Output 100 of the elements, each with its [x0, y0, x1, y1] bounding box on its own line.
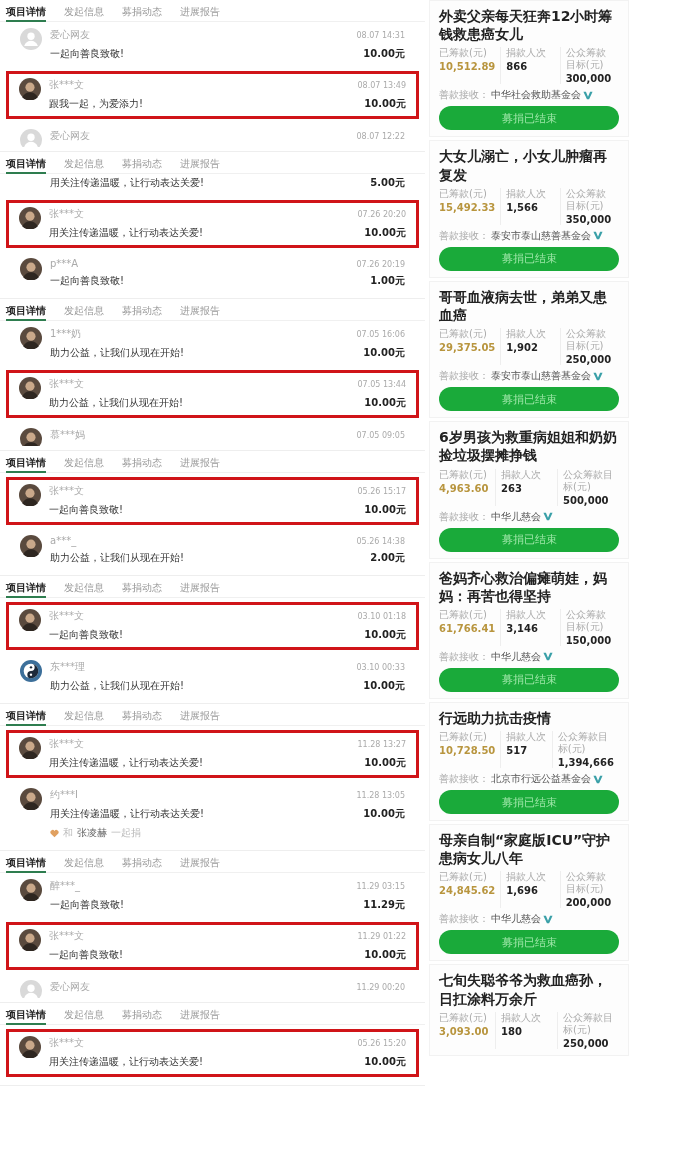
stat-value: 500,000 [563, 494, 610, 506]
tab[interactable]: 进展报告 [180, 856, 220, 873]
stat-label: 已筹款(元) [439, 47, 488, 60]
tab[interactable]: 募捐动态 [122, 709, 162, 726]
tab[interactable]: 发起信息 [64, 856, 104, 873]
recipient-name: 中华社会救助基金会 [491, 88, 581, 103]
tab[interactable]: 发起信息 [64, 304, 104, 321]
tab[interactable]: 募捐动态 [122, 856, 162, 873]
donation-message: 助力公益，让我们从现在开始! [49, 396, 183, 410]
stat-value: 1,696 [506, 885, 539, 897]
donation-message: 一起向善良致敬! [49, 948, 123, 962]
tab[interactable]: 项目详情 [6, 456, 46, 473]
stat-value: 1,394,666 [557, 757, 614, 769]
recipient-label: 善款接收： [439, 369, 489, 384]
donation-time: 07.05 09:05 [356, 431, 405, 440]
stat-label: 捐款人次 [506, 608, 548, 621]
donation-amount: 10.00元 [364, 97, 406, 111]
stat-value: 3,093.00 [439, 1025, 490, 1037]
avatar-icon [20, 788, 42, 810]
donor-name: 醉***_ [50, 879, 80, 893]
verified-icon [593, 371, 603, 381]
tab[interactable]: 进展报告 [180, 304, 220, 321]
verified-icon [583, 90, 593, 100]
tab[interactable]: 募捐动态 [122, 456, 162, 473]
tab[interactable]: 项目详情 [6, 856, 46, 873]
donation-ended-button[interactable]: 募捐已结束 [439, 667, 619, 692]
donation-message: 跟我一起，为爱添力! [49, 97, 143, 111]
stat-value: 150,000 [565, 634, 613, 646]
stat-value: 200,000 [565, 897, 613, 909]
donation-amount: 5.00元 [370, 176, 405, 190]
donation-ended-button[interactable]: 募捐已结束 [439, 106, 619, 131]
donation-ended-button[interactable]: 募捐已结束 [439, 790, 619, 815]
donation-amount: 10.00元 [364, 503, 406, 517]
avatar-icon [20, 535, 42, 557]
recipient-name: 中华儿慈会 [491, 649, 541, 664]
avatar-icon [19, 484, 41, 506]
heart-icon [50, 828, 59, 838]
donation-message: 一起向善良致敬! [49, 503, 123, 517]
tab[interactable]: 募捐动态 [122, 1008, 162, 1025]
tab[interactable]: 项目详情 [6, 5, 46, 22]
tab[interactable]: 发起信息 [64, 581, 104, 598]
donation-ended-button[interactable]: 募捐已结束 [439, 246, 619, 271]
donation-amount: 2.00元 [370, 551, 405, 565]
avatar-icon [20, 428, 42, 446]
tab[interactable]: 项目详情 [6, 709, 46, 726]
donor-name: 张***文 [49, 1036, 84, 1050]
recipient-label: 善款接收： [439, 509, 489, 524]
tab[interactable]: 项目详情 [6, 304, 46, 321]
stat-label: 捐款人次 [506, 187, 548, 200]
recipient-label: 善款接收： [439, 649, 489, 664]
tab[interactable]: 进展报告 [180, 581, 220, 598]
donation-ended-button[interactable]: 募捐已结束 [439, 387, 619, 412]
donation-time: 05.26 14:38 [356, 537, 405, 546]
tab[interactable]: 发起信息 [64, 1008, 104, 1025]
tab[interactable]: 发起信息 [64, 5, 104, 22]
recipient-name: 中华儿慈会 [491, 509, 541, 524]
tab[interactable]: 项目详情 [6, 1008, 46, 1025]
stat-value: 350,000 [565, 213, 613, 225]
verified-icon [543, 652, 553, 662]
donation-amount: 10.00元 [364, 226, 406, 240]
donation-message: 助力公益，让我们从现在开始! [50, 679, 184, 693]
donor-name: 爱心网友 [50, 980, 90, 994]
stat-label: 公众筹款目标(元) [563, 1011, 614, 1036]
recipient-name: 中华儿慈会 [491, 912, 541, 927]
tab[interactable]: 进展报告 [180, 157, 220, 174]
tab[interactable]: 进展报告 [180, 5, 220, 22]
stat-label: 已筹款(元) [439, 731, 488, 744]
tab[interactable]: 进展报告 [180, 456, 220, 473]
tab[interactable]: 发起信息 [64, 157, 104, 174]
donation-ended-button[interactable]: 募捐已结束 [439, 527, 619, 552]
stat-value: 1,566 [506, 201, 539, 213]
tab[interactable]: 发起信息 [64, 709, 104, 726]
tab[interactable]: 项目详情 [6, 581, 46, 598]
tab[interactable]: 进展报告 [180, 1008, 220, 1025]
donation-time: 05.26 15:17 [357, 487, 406, 496]
tab[interactable]: 发起信息 [64, 456, 104, 473]
tab[interactable]: 募捐动态 [122, 581, 162, 598]
tab[interactable]: 募捐动态 [122, 304, 162, 321]
donation-ended-button[interactable]: 募捐已结束 [439, 930, 619, 955]
donation-time: 11.28 13:27 [357, 740, 406, 749]
tab[interactable]: 募捐动态 [122, 5, 162, 22]
stat-label: 公众筹款目标(元) [565, 187, 607, 212]
donation-message: 用关注传递温暖，让行动表达关爱! [49, 226, 203, 240]
stat-label: 捐款人次 [501, 1011, 542, 1024]
stat-value: 29,375.05 [439, 342, 496, 354]
stat-label: 已筹款(元) [439, 328, 488, 341]
tab[interactable]: 募捐动态 [122, 157, 162, 174]
donation-message: 助力公益，让我们从现在开始! [50, 346, 184, 360]
stat-label: 捐款人次 [506, 328, 548, 341]
tab[interactable]: 项目详情 [6, 157, 46, 174]
stat-label: 已筹款(元) [439, 608, 488, 621]
donation-message: 用关注传递温暖，让行动表达关爱! [50, 807, 204, 821]
donation-time: 11.29 00:20 [356, 983, 405, 992]
stat-label: 捐款人次 [506, 731, 547, 744]
donation-message: 一起向善良致敬! [50, 47, 124, 61]
recipient-label: 善款接收： [439, 912, 489, 927]
tab[interactable]: 进展报告 [180, 709, 220, 726]
stat-value: 15,492.33 [439, 201, 496, 213]
project-title: 大女儿溺亡，小女儿肿瘤再复发 [439, 147, 608, 184]
stat-label: 公众筹款目标(元) [565, 328, 607, 353]
